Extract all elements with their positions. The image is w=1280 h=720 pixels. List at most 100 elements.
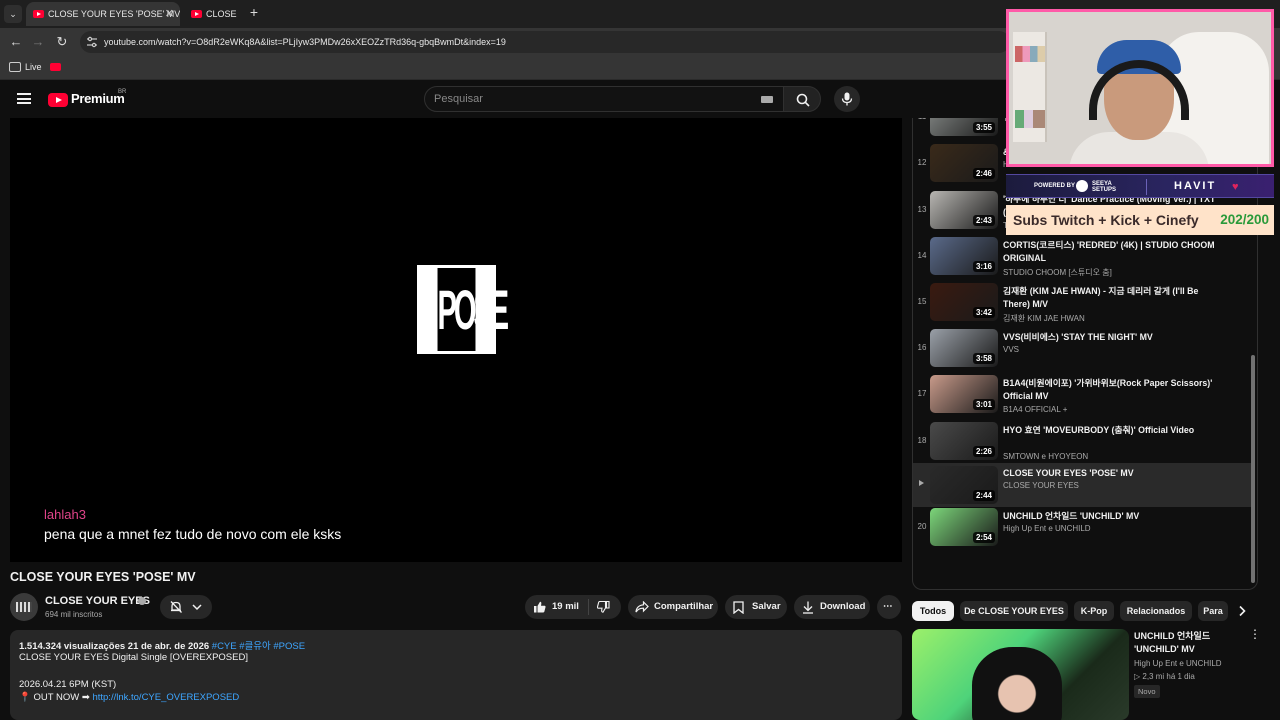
playlist-thumbnail[interactable]: 3:58 <box>930 329 998 367</box>
recommendation-title[interactable]: UNCHILD 언차일드 'UNCHILD' MV <box>1134 630 1244 656</box>
playlist-thumbnail[interactable]: 3:01 <box>930 375 998 413</box>
search-icon <box>796 93 810 107</box>
recommendation-more-icon[interactable]: ⋮ <box>1249 628 1261 640</box>
channel-name[interactable]: CLOSE YOUR EYES <box>45 595 150 607</box>
subscription-bell-button[interactable] <box>160 595 212 619</box>
playlist-item[interactable]: 14 3:16 CORTIS(코르티스) 'REDRED' (4K) | STUDI… <box>913 235 1251 281</box>
sponsor-havit: HAVIT <box>1174 180 1217 192</box>
url-field[interactable]: youtube.com/watch?v=O8dR2eWKq8A&list=PLj… <box>80 31 1010 53</box>
playlist-item[interactable]: 20 2:54 UNCHILD 언차일드 'UNCHILD' MV High Up E… <box>913 506 1251 552</box>
description-box[interactable]: 1.514.324 visualizações 21 de abr. de 20… <box>10 630 902 720</box>
recommendation-channel[interactable]: High Up Ent e UNCHILD <box>1134 659 1222 668</box>
hashtags[interactable]: #CYE #클유아 #POSE <box>212 641 305 652</box>
view-date-text: 1.514.324 visualizações 21 de abr. de 20… <box>19 641 210 652</box>
save-button[interactable]: Salvar <box>725 595 787 619</box>
playlist-thumbnail[interactable]: 3:55 <box>930 118 998 136</box>
playlist-item-title: B1A4(비원에이포) '가위바위보(Rock Paper Scissors)'… <box>1003 378 1213 401</box>
folder-icon <box>9 62 21 72</box>
playlist-index: 13 <box>917 205 927 214</box>
close-tab-icon[interactable]: ✕ <box>165 2 174 26</box>
playlist-item[interactable]: 16 3:58 VVS(비비에스) 'STAY THE NIGHT' MV VVS <box>913 327 1251 373</box>
keyboard-icon[interactable] <box>761 96 773 103</box>
release-link[interactable]: http://lnk.to/CYE_OVEREXPOSED <box>92 692 239 703</box>
sponsor-seeya: SEEYA SETUPS <box>1092 181 1117 193</box>
thumbs-up-icon[interactable] <box>533 601 546 613</box>
more-actions-button[interactable]: ⋯ <box>877 595 901 619</box>
new-tab-button[interactable]: + <box>246 4 262 20</box>
share-label: Compartilhar <box>654 601 714 612</box>
chip-1[interactable]: De CLOSE YOUR EYES <box>960 601 1068 621</box>
tab-active[interactable]: CLOSE YOUR EYES 'POSE' MV - ✕ <box>26 2 180 26</box>
playlist-item-title: VVS(비비에스) 'STAY THE NIGHT' MV <box>1003 332 1153 342</box>
tab-label: CLOSE YOUR EYES 'POSE' MV - <box>48 9 180 19</box>
sponsor-logo-icon <box>1076 180 1088 192</box>
duration-badge: 2:46 <box>972 168 995 179</box>
chip-0[interactable]: Todos <box>912 601 954 621</box>
sponsor-divider <box>1146 179 1147 195</box>
channel-avatar[interactable] <box>10 593 38 621</box>
playlist-thumbnail[interactable]: 3:42 <box>930 283 998 321</box>
search-button[interactable] <box>783 86 821 112</box>
tab-inactive[interactable]: CLOSE <box>184 2 242 26</box>
playlist-thumbnail[interactable]: 2:43 <box>930 191 998 229</box>
chip-2[interactable]: K-Pop <box>1074 601 1114 621</box>
youtube-logo-icon[interactable] <box>48 93 68 107</box>
new-badge: Novo <box>1134 685 1160 698</box>
bookmark-live[interactable]: Live <box>25 56 42 78</box>
playlist-index: 20 <box>917 522 927 531</box>
playlist-thumbnail[interactable]: 3:16 <box>930 237 998 275</box>
pose-logo-text: POSE <box>437 268 509 351</box>
like-count[interactable]: 19 mil <box>552 595 579 619</box>
site-settings-icon[interactable] <box>86 36 98 48</box>
playlist-item[interactable]: 18 2:26 HYO 효연 'MOVEURBODY (춤춰)' Official … <box>913 420 1251 466</box>
video-title: CLOSE YOUR EYES 'POSE' MV <box>10 570 196 584</box>
like-dislike-group: 19 mil <box>525 595 621 619</box>
playlist-index: 15 <box>917 297 927 306</box>
duration-badge: 2:26 <box>972 446 995 457</box>
chevron-right-icon[interactable] <box>1236 605 1248 617</box>
download-button[interactable]: Download <box>794 595 870 619</box>
playlist-item-channel: SMTOWN e HYOYEON <box>1003 452 1089 461</box>
playlist-item-title: 김재환 (KIM JAE HWAN) - 지금 데리러 갈게 (I'll Be … <box>1003 286 1199 309</box>
tab-search-button[interactable]: ⌄ <box>4 5 22 23</box>
playlist-index: 14 <box>917 251 927 260</box>
share-button[interactable]: Compartilhar <box>628 595 718 619</box>
duration-badge: 3:58 <box>972 353 995 364</box>
playlist-item-title: HYO 효연 'MOVEURBODY (춤춰)' Official Video <box>1003 425 1195 435</box>
menu-icon[interactable] <box>17 93 31 104</box>
reload-icon[interactable]: ↻ <box>54 34 70 50</box>
pose-logo: POSE <box>417 265 509 354</box>
forward-arrow-icon[interactable]: → <box>30 34 46 50</box>
recommendation-thumbnail[interactable] <box>912 629 1129 720</box>
search-input[interactable]: Pesquisar <box>424 86 784 112</box>
subscriber-count: 694 mil inscritos <box>45 610 103 619</box>
youtube-bookmark-icon[interactable] <box>50 63 61 71</box>
playlist-item[interactable]: 15 3:42 김재환 (KIM JAE HWAN) - 지금 데리러 갈게 (I'… <box>913 281 1251 327</box>
bookmark-icon <box>733 601 744 614</box>
heart-icon: ♥ <box>1232 181 1239 193</box>
url-text: youtube.com/watch?v=O8dR2eWKq8A&list=PLj… <box>104 37 506 47</box>
playlist-thumbnail[interactable]: 2:54 <box>930 508 998 546</box>
chip-4[interactable]: Para <box>1198 601 1228 621</box>
playlist-item[interactable]: 2:44 CLOSE YOUR EYES 'POSE' MV CLOSE YOUR … <box>913 463 1251 507</box>
playlist-scrollbar[interactable] <box>1251 355 1255 583</box>
verified-icon <box>138 597 146 605</box>
playlist-index: 12 <box>917 158 927 167</box>
goal-count: 202/200 <box>1220 212 1269 227</box>
description-line: 2026.04.21 6PM (KST) <box>19 679 117 690</box>
playlist-item[interactable]: 17 3:01 B1A4(비원에이포) '가위바위보(Rock Paper Scis… <box>913 373 1251 419</box>
chip-3[interactable]: Relacionados <box>1120 601 1192 621</box>
back-arrow-icon[interactable]: ← <box>8 34 24 50</box>
thumbs-down-icon[interactable] <box>597 601 610 613</box>
voice-search-button[interactable] <box>834 86 860 112</box>
playlist-thumbnail[interactable]: 2:26 <box>930 422 998 460</box>
search-placeholder: Pesquisar <box>434 93 483 105</box>
duration-badge: 2:54 <box>972 532 995 543</box>
playlist-thumbnail[interactable]: 2:44 <box>930 466 998 504</box>
logo-text[interactable]: Premium <box>71 91 125 106</box>
playlist-index: 16 <box>917 343 927 352</box>
bookshelf <box>1013 32 1047 142</box>
playlist-thumbnail[interactable]: 2:46 <box>930 144 998 182</box>
video-player[interactable]: POSE lahlah3 pena que a mnet fez tudo de… <box>10 118 902 562</box>
microphone-icon <box>841 92 853 106</box>
